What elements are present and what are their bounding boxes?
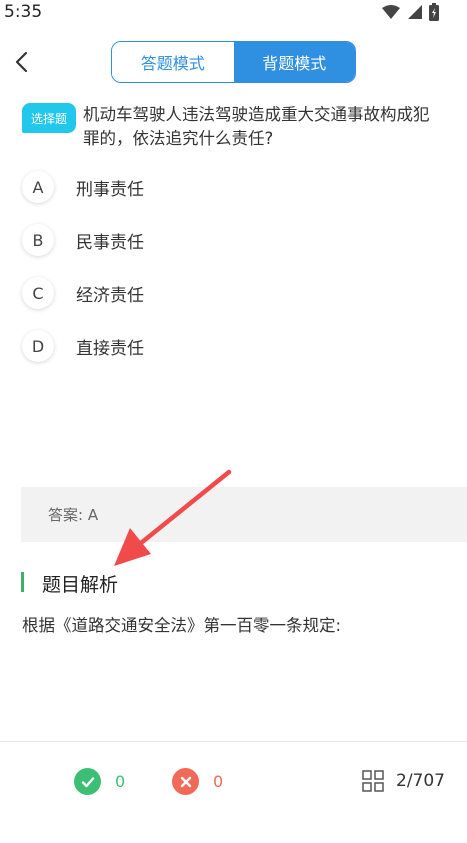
back-button[interactable] bbox=[10, 50, 34, 74]
wifi-icon bbox=[382, 5, 400, 19]
option-c[interactable]: C 经济责任 bbox=[22, 276, 144, 310]
progress-text: 2/707 bbox=[396, 771, 445, 791]
option-text: 刑事责任 bbox=[76, 179, 144, 200]
option-d[interactable]: D 直接责任 bbox=[22, 329, 144, 363]
option-letter: A bbox=[22, 171, 54, 203]
question-text: 机动车驾驶人违法驾驶造成重大交通事故构成犯 罪的，依法追究什么责任? bbox=[83, 103, 467, 151]
wrong-stat: 0 bbox=[172, 768, 223, 795]
wrong-count: 0 bbox=[213, 772, 224, 791]
option-letter: C bbox=[22, 277, 54, 309]
correct-count: 0 bbox=[115, 772, 126, 791]
tab-memorize-mode[interactable]: 背题模式 bbox=[233, 42, 355, 82]
answer-box: 答案: A bbox=[21, 487, 467, 542]
battery-icon bbox=[429, 3, 439, 21]
correct-stat: 0 bbox=[74, 768, 125, 795]
option-text: 直接责任 bbox=[76, 338, 144, 359]
status-icons bbox=[381, 3, 439, 21]
check-circle-icon bbox=[74, 768, 101, 795]
tab-answer-mode[interactable]: 答题模式 bbox=[112, 42, 234, 82]
question-text-line-1: 机动车驾驶人违法驾驶造成重大交通事故构成犯 bbox=[83, 105, 430, 124]
question-index-button[interactable]: 2/707 bbox=[362, 770, 445, 792]
status-time: 5:35 bbox=[4, 2, 43, 22]
signal-icon bbox=[408, 5, 422, 19]
status-bar: 5:35 bbox=[0, 0, 467, 26]
section-accent-bar bbox=[21, 572, 24, 592]
grid-icon bbox=[362, 770, 384, 792]
footer-divider bbox=[0, 741, 467, 742]
analysis-text: 根据《道路交通安全法》第一百零一条规定: bbox=[22, 616, 342, 635]
question-text-line-2: 罪的，依法追究什么责任? bbox=[83, 129, 274, 148]
option-letter: D bbox=[22, 330, 54, 362]
option-text: 民事责任 bbox=[76, 232, 144, 253]
x-circle-icon bbox=[172, 768, 199, 795]
mode-toggle: 答题模式 背题模式 bbox=[111, 41, 356, 83]
option-a[interactable]: A 刑事责任 bbox=[22, 170, 144, 204]
answer-text: 答案: A bbox=[48, 506, 99, 524]
analysis-title: 题目解析 bbox=[42, 574, 119, 596]
option-letter: B bbox=[22, 224, 54, 256]
option-b[interactable]: B 民事责任 bbox=[22, 223, 144, 257]
option-text: 经济责任 bbox=[76, 285, 144, 306]
chevron-left-icon bbox=[15, 51, 28, 73]
question-type-badge: 选择题 bbox=[22, 103, 76, 133]
